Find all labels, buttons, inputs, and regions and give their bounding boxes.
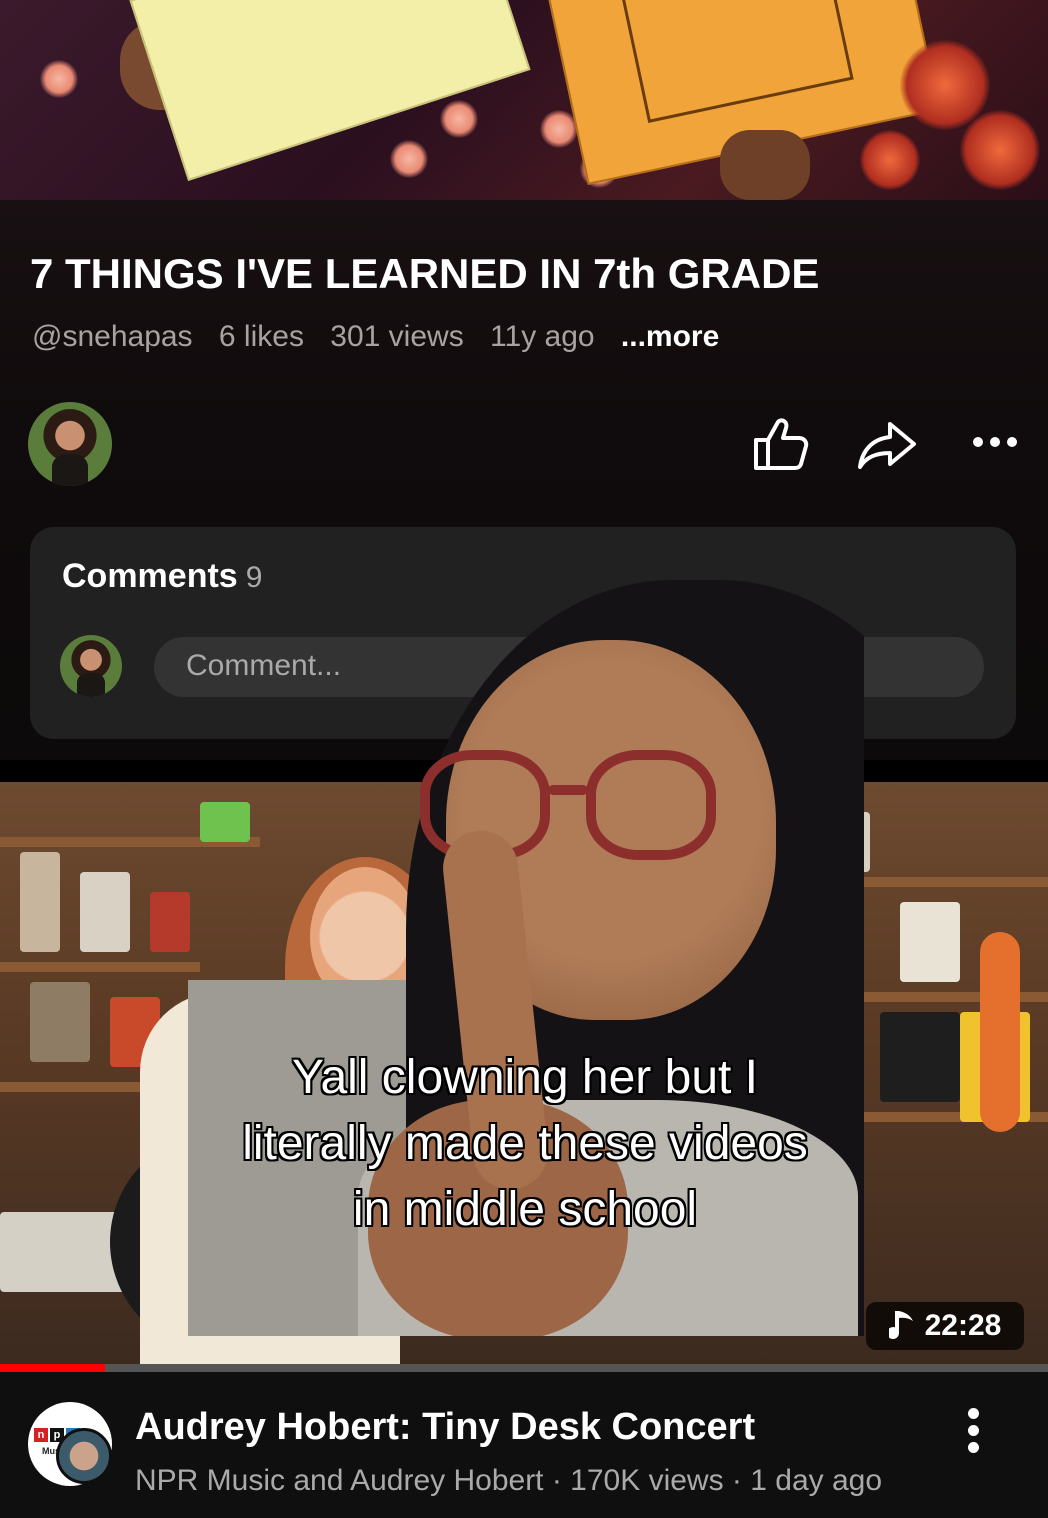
caption-line: literally made these videos <box>242 1117 808 1170</box>
share-icon[interactable] <box>856 420 918 470</box>
video-meta: @snehapas 6 likes 301 views 11y ago ...m… <box>32 320 737 354</box>
video-title[interactable]: Audrey Hobert: Tiny Desk Concert <box>135 1406 755 1449</box>
overlay-caption: Yall clowning her but I literally made t… <box>150 1045 900 1243</box>
npr-letter: n <box>34 1428 48 1442</box>
video-title[interactable]: 7 THINGS I'VE LEARNED IN 7th GRADE <box>30 250 819 298</box>
watch-progress-bar <box>0 1364 1048 1372</box>
duration-text: 22:28 <box>924 1309 1002 1342</box>
music-note-icon <box>888 1311 913 1340</box>
more-link[interactable]: ...more <box>621 320 719 353</box>
channel-avatar[interactable] <box>28 402 112 486</box>
caption-line: Yall clowning her but I <box>291 1051 759 1104</box>
certificate-paper <box>129 0 531 181</box>
more-horizontal-icon[interactable] <box>972 436 1018 448</box>
duration-badge: 22:28 <box>866 1302 1024 1350</box>
upload-age: 11y ago <box>490 320 595 353</box>
channel-handle[interactable]: @snehapas <box>32 320 193 353</box>
video-row[interactable]: n p r Music Audrey Hobert: Tiny Desk Con… <box>0 1372 1048 1518</box>
user-avatar <box>60 635 122 697</box>
artist-avatar[interactable] <box>56 1428 112 1484</box>
top-video-thumbnail[interactable] <box>0 0 1048 200</box>
video-meta: NPR Music and Audrey Hobert · 170K views… <box>135 1464 883 1497</box>
views-count: 301 views <box>330 320 464 353</box>
thumbs-up-icon[interactable] <box>750 416 810 472</box>
likes-count: 6 likes <box>218 320 304 353</box>
caption-line: in middle school <box>352 1183 698 1236</box>
watch-progress-fill <box>0 1364 105 1372</box>
more-vertical-icon[interactable] <box>958 1408 988 1468</box>
